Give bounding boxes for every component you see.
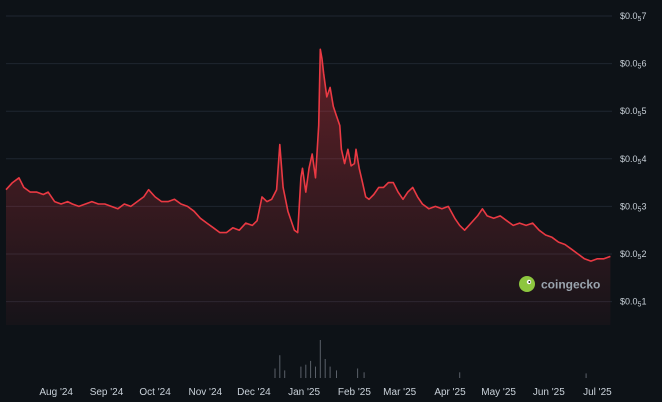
y-axis: $0.057$0.056$0.055$0.054$0.053$0.052$0.0… (620, 11, 646, 309)
y-tick-prefix: $0.0 (620, 249, 638, 259)
y-tick-label: $0.055 (620, 106, 646, 118)
volume-bar (585, 373, 587, 378)
x-tick-label: Jan '25 (288, 387, 320, 398)
x-tick-label: Mar '25 (383, 387, 416, 398)
y-tick-prefix: $0.0 (620, 201, 638, 211)
volume-bar (336, 370, 337, 378)
volume-bar (284, 370, 286, 378)
y-tick-prefix: $0.0 (620, 11, 638, 21)
x-tick-label: Apr '25 (434, 387, 466, 398)
y-tick-label: $0.052 (620, 249, 646, 261)
x-tick-label: Sep '24 (90, 387, 124, 398)
x-tick-label: Aug '24 (39, 387, 73, 398)
y-tick-digit: 1 (641, 297, 646, 307)
watermark-text: coingecko (541, 278, 600, 292)
y-tick-digit: 4 (641, 154, 646, 164)
x-tick-label: Jun '25 (533, 387, 565, 398)
x-axis: Aug '24 Sep '24 Oct '24 Nov '24 Dec '24 Jan '… (39, 387, 612, 398)
volume-bar (274, 368, 276, 378)
gecko-logo-icon (519, 276, 535, 292)
x-tick-label: Feb '25 (338, 387, 371, 398)
volume-bar (319, 340, 321, 378)
y-tick-digit: 2 (641, 249, 646, 259)
volume-bar (315, 366, 316, 378)
volume-bar (310, 360, 312, 378)
volume-bars (274, 340, 587, 378)
price-chart[interactable]: $0.057$0.056$0.055$0.054$0.053$0.052$0.0… (0, 0, 662, 402)
volume-bar (363, 372, 365, 378)
watermark: coingecko (519, 276, 600, 292)
volume-bar (329, 366, 331, 378)
y-tick-digit: 5 (641, 106, 646, 116)
y-tick-digit: 7 (641, 11, 646, 21)
y-tick-label: $0.051 (620, 297, 646, 309)
volume-bar (357, 368, 359, 378)
volume-bar (300, 366, 302, 378)
y-tick-prefix: $0.0 (620, 297, 638, 307)
y-tick-prefix: $0.0 (620, 154, 638, 164)
volume-bar (324, 359, 326, 378)
y-tick-digit: 3 (641, 201, 646, 211)
y-tick-label: $0.056 (620, 59, 646, 71)
gecko-logo-pupil (528, 281, 531, 283)
x-tick-label: Nov '24 (189, 387, 223, 398)
y-tick-prefix: $0.0 (620, 59, 638, 69)
x-tick-label: Dec '24 (237, 387, 271, 398)
x-tick-label: Oct '24 (139, 387, 171, 398)
volume-bar (459, 372, 461, 378)
volume-bar (305, 364, 307, 378)
x-tick-label: Jul '25 (583, 387, 612, 398)
y-tick-prefix: $0.0 (620, 106, 638, 116)
y-tick-label: $0.054 (620, 154, 646, 166)
y-tick-label: $0.053 (620, 201, 646, 213)
y-tick-digit: 6 (641, 59, 646, 69)
x-tick-label: May '25 (481, 387, 516, 398)
y-tick-label: $0.057 (620, 11, 646, 23)
volume-bar (279, 355, 281, 378)
